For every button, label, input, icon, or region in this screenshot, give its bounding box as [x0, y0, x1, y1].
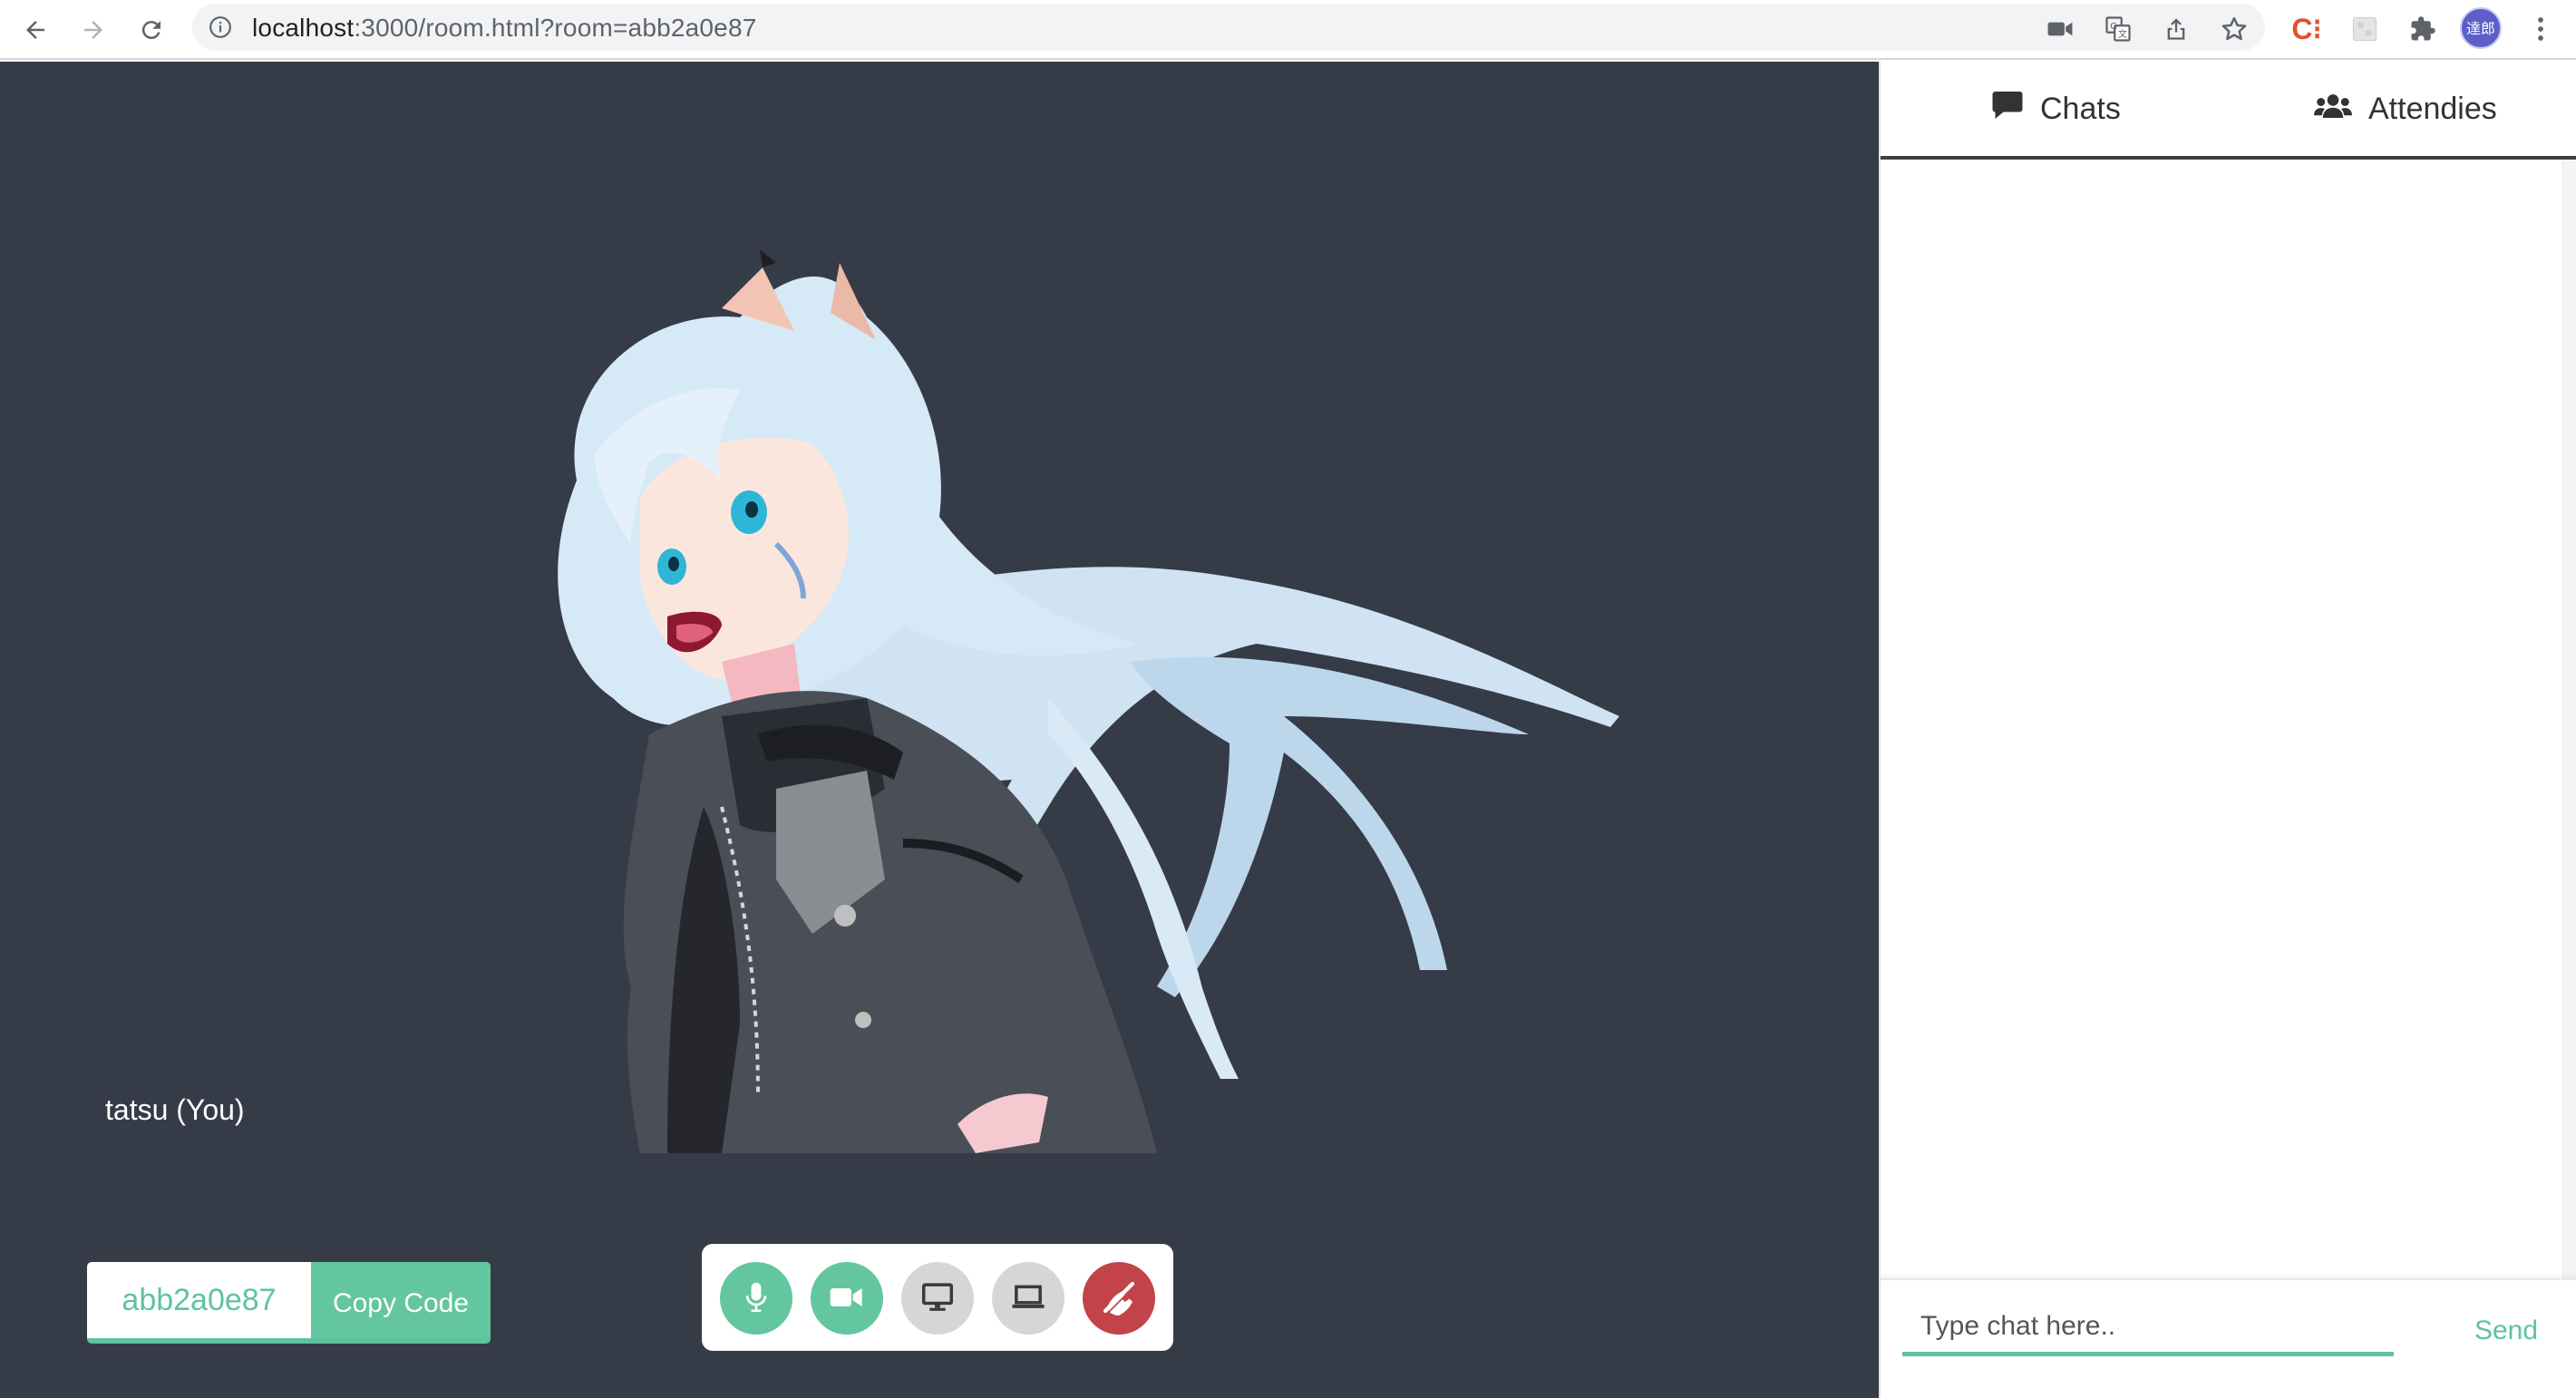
translate-icon[interactable]: G文: [2100, 11, 2136, 47]
whiteboard-button[interactable]: [992, 1262, 1064, 1335]
side-panel: Chats Attendies Send: [1879, 62, 2576, 1398]
chat-bubble-icon: [1991, 90, 2024, 129]
local-video-tile: tatsu (You): [87, 154, 1788, 1153]
svg-text:文: 文: [2118, 28, 2127, 40]
leave-call-button[interactable]: [1083, 1262, 1155, 1335]
hangup-icon: [1101, 1279, 1137, 1318]
users-icon: [2314, 92, 2352, 127]
browser-toolbar: localhost:3000/room.html?room=abb2a0e87 …: [0, 0, 2576, 60]
back-icon[interactable]: [13, 7, 58, 53]
extension-blank-icon[interactable]: [2347, 11, 2383, 47]
camera-icon[interactable]: [2042, 11, 2078, 47]
reload-icon[interactable]: [129, 7, 174, 53]
info-icon[interactable]: [209, 15, 232, 39]
desktop-icon: [921, 1282, 954, 1315]
tab-attendies[interactable]: Attendies: [2314, 62, 2497, 156]
tab-chats[interactable]: Chats: [1991, 62, 2121, 156]
microphone-icon: [744, 1281, 769, 1316]
video-camera-icon: [829, 1285, 865, 1313]
svg-text:G: G: [2110, 22, 2117, 32]
forward-icon[interactable]: [71, 7, 116, 53]
copy-code-button[interactable]: Copy Code: [311, 1262, 491, 1338]
profile-avatar[interactable]: 達郎: [2460, 7, 2502, 49]
mic-toggle-button[interactable]: [720, 1262, 792, 1335]
chat-input[interactable]: [1902, 1300, 2394, 1356]
avatar-video-image: [558, 249, 1619, 1153]
tab-chats-label: Chats: [2040, 91, 2121, 126]
room-code: abb2a0e87: [122, 1283, 277, 1317]
room-code-box: abb2a0e87 Copy Code: [87, 1262, 491, 1344]
extension-c-icon[interactable]: C⁝: [2289, 11, 2325, 47]
share-icon[interactable]: [2158, 11, 2194, 47]
chat-messages: [1881, 160, 2576, 1278]
send-button[interactable]: Send: [2461, 1306, 2552, 1356]
video-stage: tatsu (You) abb2a0e87 Copy Code: [0, 62, 1879, 1398]
url-text: localhost:3000/room.html?room=abb2a0e87: [252, 14, 757, 42]
panel-tabs: Chats Attendies: [1881, 62, 2576, 160]
star-icon[interactable]: [2216, 11, 2252, 47]
screen-share-button[interactable]: [901, 1262, 974, 1335]
laptop-icon: [1011, 1284, 1045, 1314]
camera-toggle-button[interactable]: [811, 1262, 883, 1335]
participant-name: tatsu (You): [105, 1093, 245, 1126]
address-bar[interactable]: localhost:3000/room.html?room=abb2a0e87: [192, 4, 2265, 51]
tab-attendies-label: Attendies: [2368, 91, 2497, 126]
puzzle-icon[interactable]: [2405, 11, 2441, 47]
chat-scrollbar[interactable]: [2562, 160, 2576, 1278]
menu-dots-icon[interactable]: [2523, 11, 2559, 47]
call-controls: [702, 1244, 1173, 1351]
chat-footer: Send: [1881, 1278, 2576, 1398]
